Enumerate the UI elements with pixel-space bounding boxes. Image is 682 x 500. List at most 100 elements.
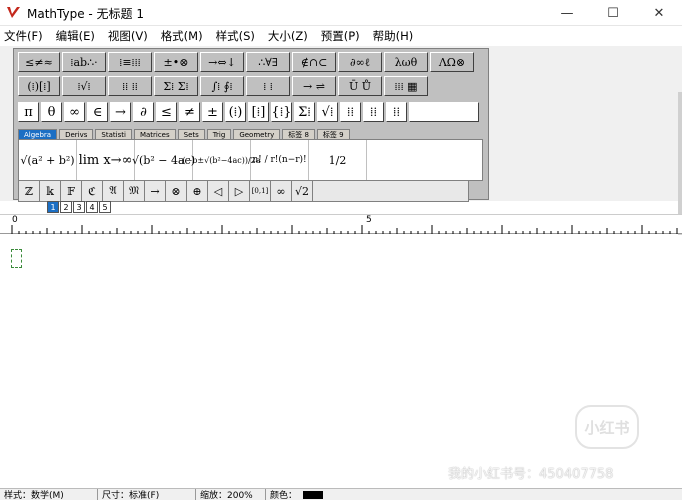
status-bar: 样式：数学(M) 尺寸：标准(F) 缩放：200% 颜色：: [0, 488, 682, 500]
small-bar-empty: [409, 102, 479, 122]
color-swatch: [303, 490, 324, 499]
palette-subscripts[interactable]: ⁞⁞ ⁞⁞: [108, 76, 152, 96]
small-plusminus-button[interactable]: ±: [202, 102, 223, 122]
palette-summations[interactable]: Σ⁞ Σ⁞: [154, 76, 198, 96]
menu-format[interactable]: 格式(M): [161, 28, 203, 44]
mathtype-logo-icon: [7, 7, 20, 18]
template-quadratic[interactable]: (−b±√(b²−4ac))/2a: [182, 140, 261, 180]
palette-embellishments[interactable]: ⁞≡⁞⁞⁞: [108, 52, 152, 72]
palette-greek-upper[interactable]: ΛΩ⊗: [430, 52, 474, 72]
menu-edit[interactable]: 编辑(E): [56, 28, 95, 44]
palette-panel: ≤≠≈ ⁞ab∴· ⁞≡⁞⁞⁞ ±•⊗ →⇔↓ ∴∀∃ ∉∩⊂ ∂∞ℓ λωθ …: [13, 48, 489, 202]
small-parens-button[interactable]: (⁞): [225, 102, 246, 122]
title-bar: MathType - 无标题 1 — ☐ ✕: [0, 0, 682, 26]
template-palette-row: (⁞)[⁞] ⁞√⁞ ⁞⁞ ⁞⁞ Σ⁞ Σ⁞ ∫⁞ ∮⁞ ⁞ ⁞ → ⇌ Ū Ů…: [18, 76, 430, 96]
sym-infinity[interactable]: ∞: [271, 181, 292, 201]
sym-interval[interactable]: [0,1]: [250, 181, 271, 201]
sym-fraktur-m[interactable]: 𝔐: [124, 181, 145, 201]
size-tab-1[interactable]: 1: [47, 201, 59, 213]
small-subsup-button[interactable]: ⁞⁞: [386, 102, 407, 122]
template-limit[interactable]: lim x→∞: [77, 140, 135, 180]
palette-fences[interactable]: (⁞)[⁞]: [18, 76, 60, 96]
palette-relations[interactable]: ≤≠≈: [18, 52, 60, 72]
menu-style[interactable]: 样式(S): [216, 28, 255, 44]
sym-otimes[interactable]: ⊗: [166, 181, 187, 201]
sym-sqrt2[interactable]: √2: [292, 181, 313, 201]
small-superscript-button[interactable]: ⁞⁞: [340, 102, 361, 122]
palette-arrows[interactable]: →⇔↓: [200, 52, 244, 72]
sym-arrow[interactable]: →: [145, 181, 166, 201]
palette-products[interactable]: Ū Ů: [338, 76, 382, 96]
status-size: 尺寸：标准(F): [98, 488, 196, 500]
sym-integers[interactable]: ℤ: [19, 181, 40, 201]
template-half[interactable]: 1/2: [309, 140, 367, 180]
template-pythag[interactable]: √(a² + b²): [19, 140, 77, 180]
template-empty: [367, 140, 482, 180]
small-neq-button[interactable]: ≠: [179, 102, 200, 122]
window-title: MathType - 无标题 1: [27, 7, 144, 21]
template-combination[interactable]: n! / r!(n−r)!: [251, 140, 309, 180]
small-partial-button[interactable]: ∂: [133, 102, 154, 122]
equation-editor[interactable]: [0, 235, 682, 488]
palette-integrals[interactable]: ∫⁞ ∮⁞: [200, 76, 244, 96]
palette-greek-lower[interactable]: λωθ: [384, 52, 428, 72]
size-tab-2[interactable]: 2: [60, 201, 72, 213]
small-element-of-button[interactable]: ∈: [87, 102, 108, 122]
palette-fractions[interactable]: ⁞√⁞: [62, 76, 106, 96]
sym-fraktur-a[interactable]: 𝔄: [103, 181, 124, 201]
palette-logic[interactable]: ∴∀∃: [246, 52, 290, 72]
ruler-ticks: [11, 225, 678, 234]
small-bar-row: π θ ∞ ∈ → ∂ ≤ ≠ ± (⁞) [⁞] {⁞} Σ⁞ √⁞ ⁞⁞ ⁞…: [18, 102, 481, 122]
status-zoom: 缩放：200%: [196, 488, 266, 500]
maximize-button[interactable]: ☐: [590, 0, 636, 26]
small-brackets-button[interactable]: [⁞]: [248, 102, 269, 122]
status-color: 颜色：: [266, 489, 327, 500]
palette-bars[interactable]: ⁞ ⁞: [246, 76, 290, 96]
expression-templates: √(a² + b²) lim x→∞ √(b² − 4ac) (−b±√(b²−…: [18, 139, 483, 181]
menu-size[interactable]: 大小(Z): [268, 28, 308, 44]
status-color-label: 颜色：: [270, 491, 298, 500]
symbol-palette-row: ≤≠≈ ⁞ab∴· ⁞≡⁞⁞⁞ ±•⊗ →⇔↓ ∴∀∃ ∉∩⊂ ∂∞ℓ λωθ …: [18, 52, 476, 72]
sym-triangle-left[interactable]: ◁: [208, 181, 229, 201]
empty-slot[interactable]: [11, 249, 22, 268]
small-infinity-button[interactable]: ∞: [64, 102, 85, 122]
palette-misc[interactable]: ∂∞ℓ: [338, 52, 382, 72]
palette-operators[interactable]: ±•⊗: [154, 52, 198, 72]
palette-spaces[interactable]: ⁞ab∴·: [62, 52, 106, 72]
sym-triangle-right[interactable]: ▷: [229, 181, 250, 201]
small-braces-button[interactable]: {⁞}: [271, 102, 292, 122]
size-tab-4[interactable]: 4: [86, 201, 98, 213]
status-style: 样式：数学(M): [0, 488, 98, 500]
menu-view[interactable]: 视图(V): [108, 28, 148, 44]
small-theta-button[interactable]: θ: [41, 102, 62, 122]
sym-field-f[interactable]: 𝔽: [61, 181, 82, 201]
close-button[interactable]: ✕: [636, 0, 682, 26]
palette-sets[interactable]: ∉∩⊂: [292, 52, 336, 72]
ruler-zero-label: 0: [12, 215, 18, 225]
palette-labeled-arrows[interactable]: → ⇌: [292, 76, 336, 96]
menu-preferences[interactable]: 预置(P): [321, 28, 360, 44]
menu-bar: 文件(F) 编辑(E) 视图(V) 格式(M) 样式(S) 大小(Z) 预置(P…: [0, 26, 682, 46]
watermark-text: 我的小红书号：450407758: [448, 467, 614, 482]
small-sqrt-button[interactable]: √⁞: [317, 102, 338, 122]
sym-oplus[interactable]: ⊕: [187, 181, 208, 201]
small-pi-button[interactable]: π: [18, 102, 39, 122]
symbol-row: ℤ 𝕜 𝔽 ℭ 𝔄 𝔐 → ⊗ ⊕ ◁ ▷ [0,1] ∞ √2: [18, 180, 469, 202]
size-tab-3[interactable]: 3: [73, 201, 85, 213]
watermark-logo: 小红书: [575, 405, 639, 449]
minimize-button[interactable]: —: [544, 0, 590, 26]
sym-fraktur-c[interactable]: ℭ: [82, 181, 103, 201]
size-tabs: 1 2 3 4 5: [47, 201, 112, 213]
sym-blackboard-k[interactable]: 𝕜: [40, 181, 61, 201]
menu-file[interactable]: 文件(F): [4, 28, 43, 44]
palette-matrices[interactable]: ⁞⁞⁞ ▦: [384, 76, 428, 96]
size-tab-5[interactable]: 5: [99, 201, 111, 213]
menu-help[interactable]: 帮助(H): [373, 28, 414, 44]
symbol-row-empty: [313, 181, 468, 201]
small-arrow-button[interactable]: →: [110, 102, 131, 122]
small-subscript-button[interactable]: ⁞⁞: [363, 102, 384, 122]
small-sum-button[interactable]: Σ⁞: [294, 102, 315, 122]
toolbar-area: ≤≠≈ ⁞ab∴· ⁞≡⁞⁞⁞ ±•⊗ →⇔↓ ∴∀∃ ∉∩⊂ ∂∞ℓ λωθ …: [0, 46, 682, 247]
small-leq-button[interactable]: ≤: [156, 102, 177, 122]
ruler[interactable]: 0 5: [0, 214, 682, 234]
